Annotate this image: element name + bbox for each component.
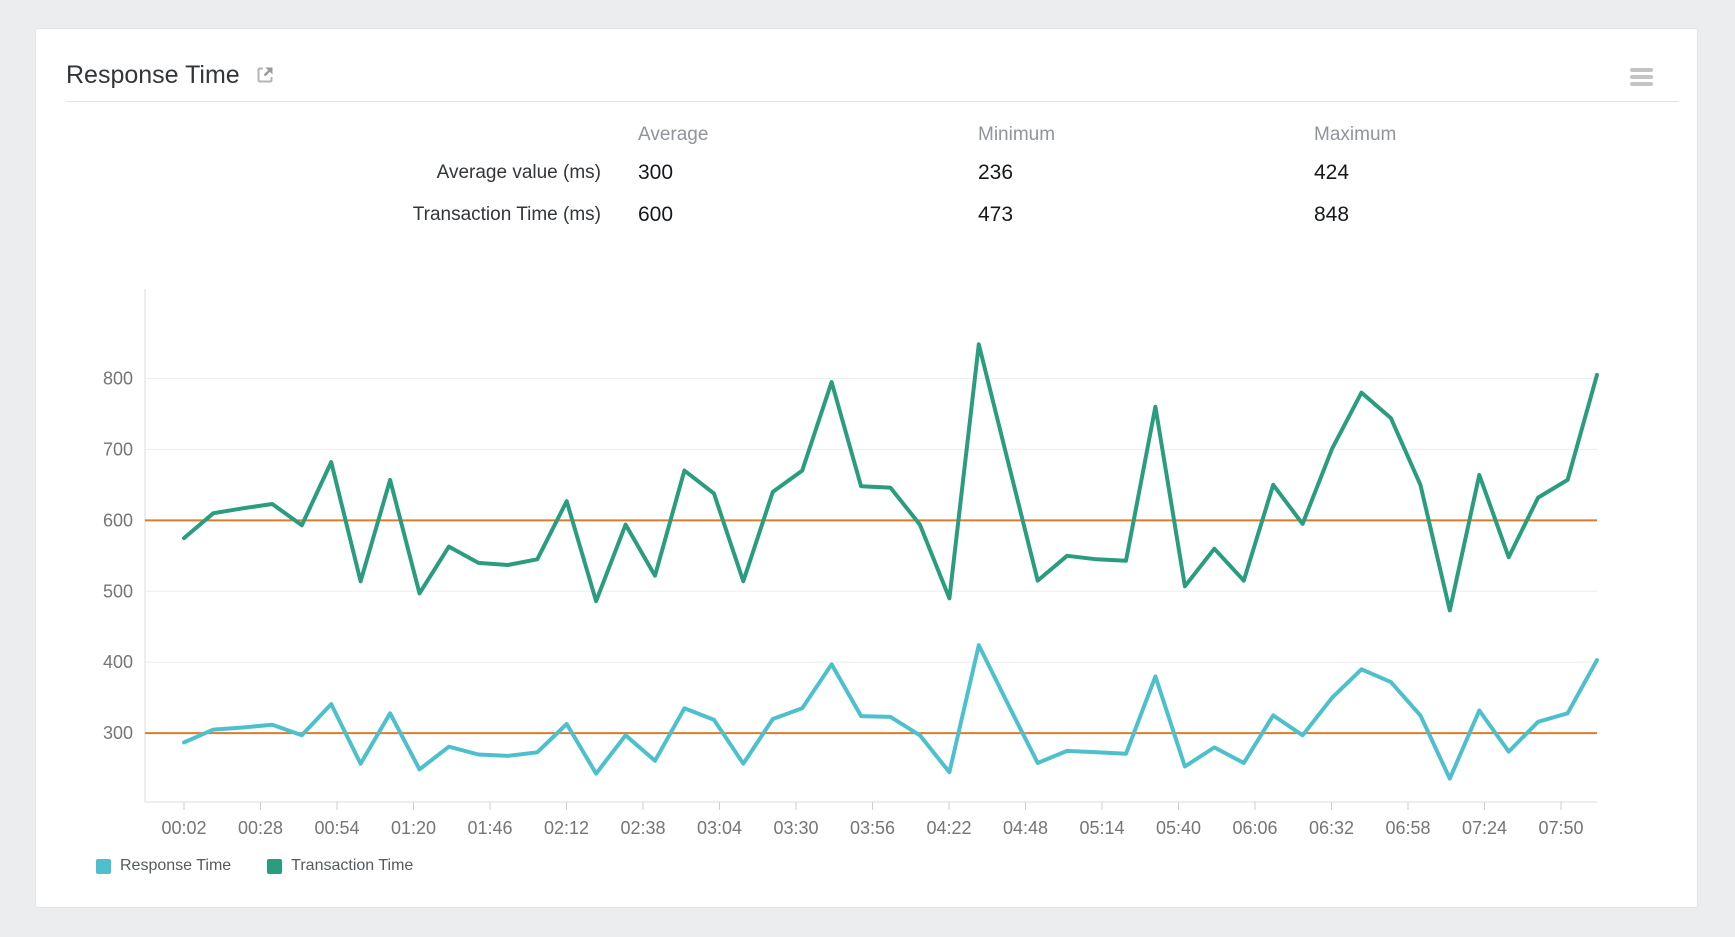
y-tick-label: 600 bbox=[103, 510, 133, 530]
stats-row-label: Average value (ms) bbox=[36, 162, 601, 184]
widget-title: Response Time bbox=[66, 55, 240, 95]
response-time-swatch bbox=[96, 859, 111, 874]
y-tick-label: 800 bbox=[103, 368, 133, 388]
legend-label: Transaction Time bbox=[291, 857, 413, 875]
y-tick-label: 700 bbox=[103, 439, 133, 459]
x-tick-label: 01:46 bbox=[467, 818, 512, 838]
x-tick-label: 03:04 bbox=[697, 818, 742, 838]
response-time-line bbox=[184, 645, 1597, 778]
x-tick-label: 00:28 bbox=[238, 818, 283, 838]
stats-row-label: Transaction Time (ms) bbox=[36, 204, 601, 226]
y-tick-label: 500 bbox=[103, 581, 133, 601]
x-tick-label: 06:06 bbox=[1232, 818, 1277, 838]
x-tick-label: 05:40 bbox=[1156, 818, 1201, 838]
stats-value-average: 600 bbox=[601, 203, 941, 227]
stats-value-maximum: 848 bbox=[1277, 203, 1597, 227]
x-tick-label: 02:38 bbox=[620, 818, 665, 838]
widget-header: Response Time bbox=[66, 55, 1675, 95]
chart-legend: Response Time Transaction Time bbox=[96, 857, 413, 875]
x-tick-label: 06:32 bbox=[1309, 818, 1354, 838]
x-tick-label: 02:12 bbox=[544, 818, 589, 838]
menu-button[interactable] bbox=[1627, 63, 1655, 87]
response-time-chart: 300 400 500 600 700 800 00:02 00:28 00:54 01:20 01… bbox=[36, 279, 1701, 869]
header-divider bbox=[66, 101, 1679, 102]
x-tick-label: 00:54 bbox=[314, 818, 359, 838]
x-tick-label: 05:14 bbox=[1079, 818, 1124, 838]
transaction-time-swatch bbox=[267, 859, 282, 874]
stats-value-minimum: 473 bbox=[941, 203, 1277, 227]
x-tick-label: 01:20 bbox=[391, 818, 436, 838]
response-time-widget: Response Time Average Minimum Maximum Av… bbox=[35, 28, 1698, 908]
stats-header-maximum: Maximum bbox=[1277, 124, 1597, 146]
stats-header-minimum: Minimum bbox=[941, 124, 1277, 146]
x-tick-label: 04:22 bbox=[926, 818, 971, 838]
x-tick-label: 06:58 bbox=[1385, 818, 1430, 838]
stats-value-minimum: 236 bbox=[941, 161, 1277, 185]
y-tick-label: 300 bbox=[103, 723, 133, 743]
legend-item-response-time[interactable]: Response Time bbox=[96, 857, 231, 875]
x-tick-label: 03:56 bbox=[850, 818, 895, 838]
external-link-icon[interactable] bbox=[254, 64, 276, 86]
x-tick-label: 07:24 bbox=[1462, 818, 1507, 838]
stats-table: Average Minimum Maximum Average value (m… bbox=[36, 118, 1597, 236]
menu-icon bbox=[1630, 68, 1653, 72]
x-tick-label: 03:30 bbox=[773, 818, 818, 838]
transaction-time-line bbox=[184, 344, 1597, 610]
stats-value-maximum: 424 bbox=[1277, 161, 1597, 185]
y-tick-label: 400 bbox=[103, 652, 133, 672]
x-tick-label: 04:48 bbox=[1003, 818, 1048, 838]
legend-item-transaction-time[interactable]: Transaction Time bbox=[267, 857, 413, 875]
x-tick-label: 00:02 bbox=[161, 818, 206, 838]
stats-value-average: 300 bbox=[601, 161, 941, 185]
stats-header-average: Average bbox=[601, 124, 941, 146]
x-tick-label: 07:50 bbox=[1538, 818, 1583, 838]
legend-label: Response Time bbox=[120, 857, 231, 875]
